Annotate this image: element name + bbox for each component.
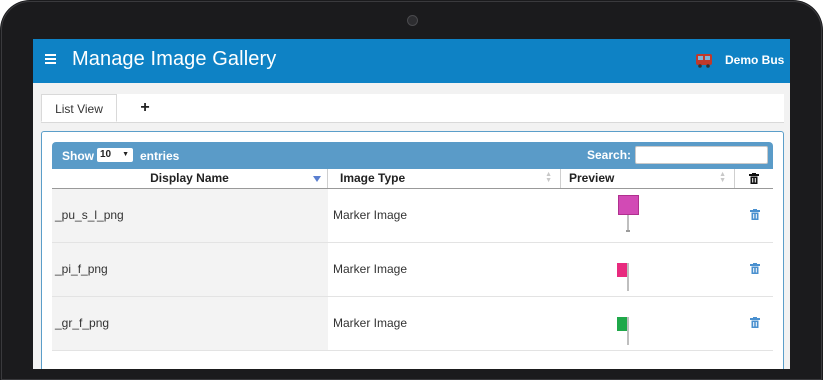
display-name-cell: _pu_s_l_png	[52, 189, 328, 242]
display-name-cell: _gr_f_png	[52, 297, 328, 350]
flag-base	[626, 230, 630, 232]
delete-icon[interactable]	[750, 209, 760, 220]
menu-icon[interactable]	[45, 54, 56, 56]
top-bar: Manage Image Gallery Demo Bus	[33, 39, 790, 83]
sort-both-icon: ▲ ▼	[719, 171, 726, 184]
entries-select[interactable]: 10 ▼	[97, 148, 133, 162]
column-label: Preview	[569, 171, 615, 185]
gallery-panel: Show 10 ▼ entries Search: Display Name I…	[41, 131, 784, 369]
camera-dot	[407, 15, 418, 26]
entries-value: 10	[100, 149, 112, 160]
table-header: Display Name Image Type ▲ ▼ Preview ▲ ▼	[52, 169, 773, 189]
tab-bar: List View +	[41, 94, 784, 123]
table-row[interactable]: _pi_f_png Marker Image	[52, 243, 773, 297]
flag-pole	[627, 263, 629, 291]
show-label: Show	[62, 149, 94, 163]
delete-icon[interactable]	[750, 263, 760, 274]
add-tab-button[interactable]: +	[133, 94, 157, 122]
entries-label: entries	[140, 149, 180, 163]
preview-cell	[612, 297, 672, 350]
flag-pole	[627, 317, 629, 345]
user-name[interactable]: Demo Bus	[725, 53, 784, 67]
sort-desc-icon	[313, 176, 321, 182]
bus-icon	[696, 54, 712, 68]
column-display-name[interactable]: Display Name	[52, 169, 328, 188]
table-controls: Show 10 ▼ entries Search:	[52, 142, 773, 169]
tab-list-view[interactable]: List View	[41, 94, 117, 122]
marker-flag-icon	[618, 195, 639, 215]
column-image-type[interactable]: Image Type ▲ ▼	[328, 169, 561, 188]
flag-pole	[627, 215, 629, 231]
app-screen: Manage Image Gallery Demo Bus List View …	[33, 39, 790, 369]
table-row[interactable]: _gr_f_png Marker Image	[52, 297, 773, 351]
table-row[interactable]: _pu_s_l_png Marker Image	[52, 189, 773, 243]
trash-icon	[749, 173, 759, 184]
caret-down-icon: ▼	[122, 151, 129, 158]
image-type-cell: Marker Image	[333, 316, 408, 330]
display-name-cell: _pi_f_png	[52, 243, 328, 296]
preview-cell	[612, 189, 672, 242]
page-title: Manage Image Gallery	[72, 48, 277, 70]
search-input[interactable]	[635, 146, 768, 164]
column-delete	[735, 169, 773, 188]
delete-icon[interactable]	[750, 317, 760, 328]
image-type-cell: Marker Image	[333, 262, 408, 276]
image-type-cell: Marker Image	[333, 208, 408, 222]
sort-both-icon: ▲ ▼	[545, 171, 552, 184]
search-label: Search:	[587, 148, 632, 162]
column-label: Image Type	[340, 171, 406, 185]
preview-cell	[612, 243, 672, 296]
column-preview[interactable]: Preview ▲ ▼	[561, 169, 735, 188]
column-label: Display Name	[150, 171, 229, 185]
